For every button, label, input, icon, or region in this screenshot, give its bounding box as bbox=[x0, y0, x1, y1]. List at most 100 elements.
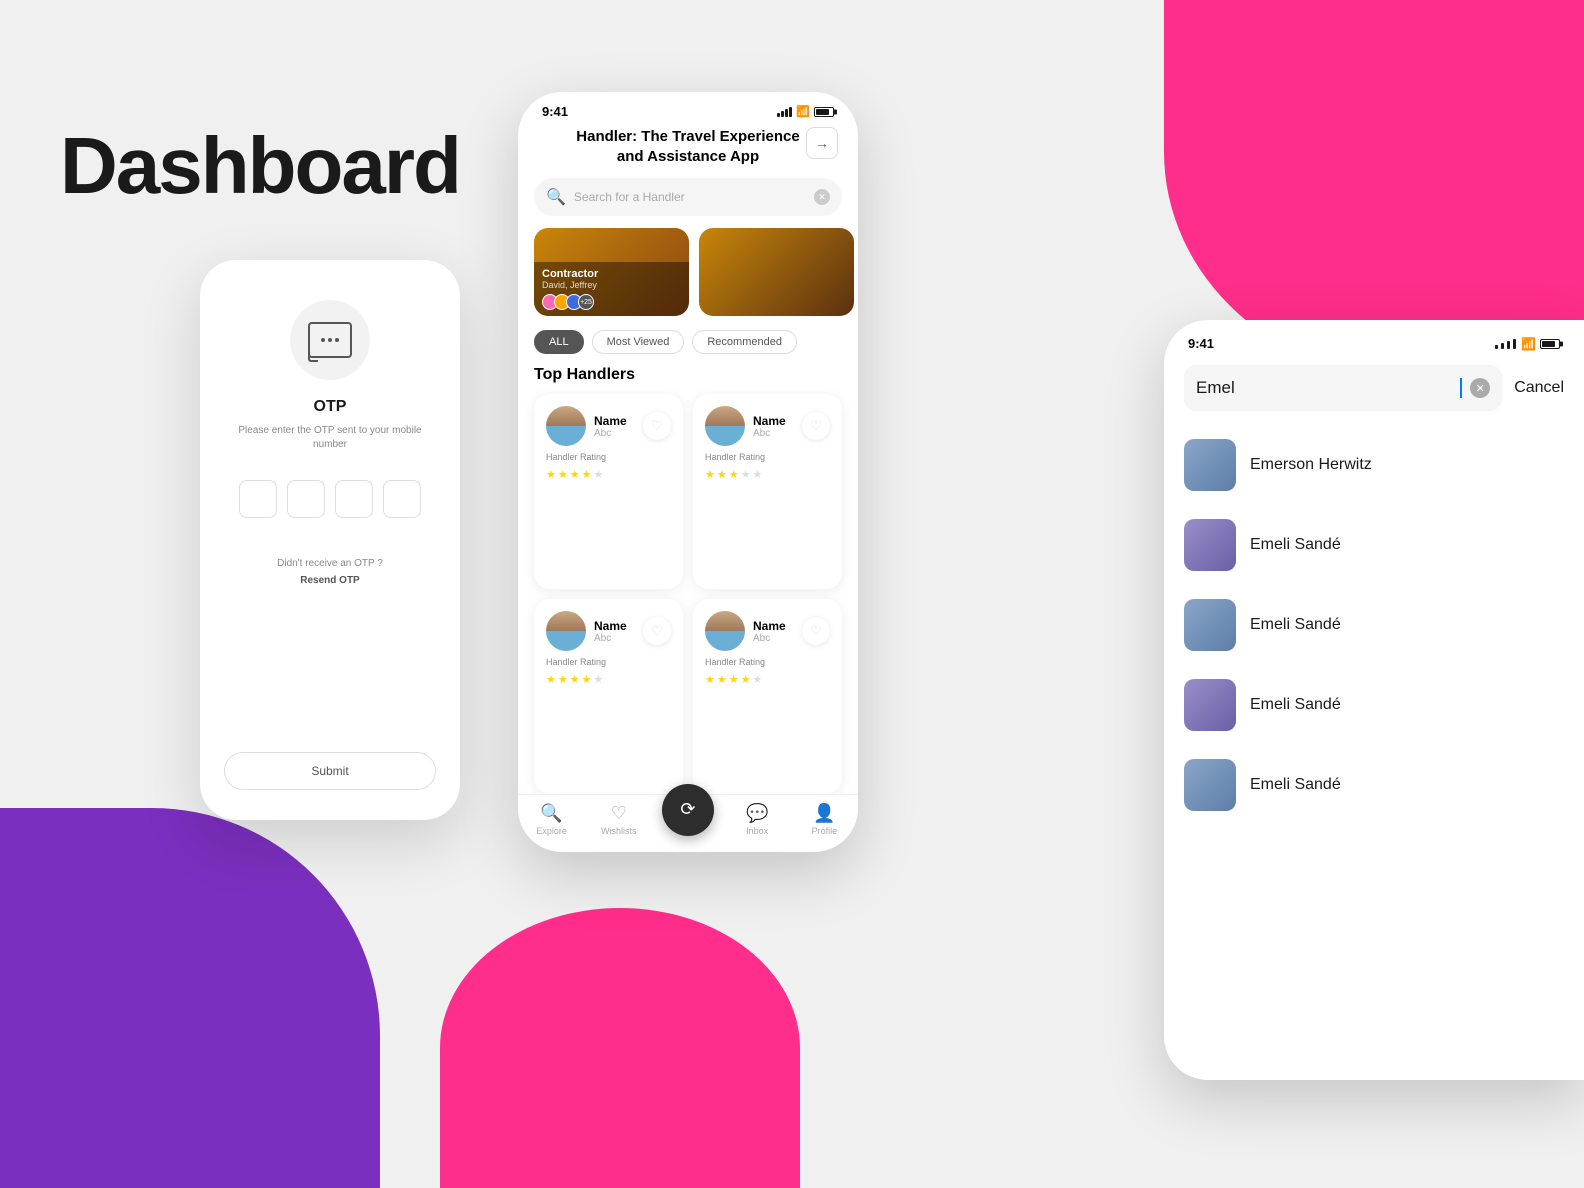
handler-avatar-3 bbox=[546, 611, 586, 651]
handler-text-2: Name Abc bbox=[753, 414, 786, 439]
phone-main-inner: 9:41 📶 Handler: The Travel Experience an… bbox=[518, 92, 858, 794]
star-1-4: ★ bbox=[582, 468, 592, 481]
otp-submit-button[interactable]: Submit bbox=[224, 752, 436, 790]
search-result-4[interactable]: Emeli Sandé bbox=[1164, 665, 1584, 745]
result-name-2: Emeli Sandé bbox=[1250, 536, 1341, 554]
otp-resend-question: Didn't receive an OTP ? bbox=[277, 558, 383, 569]
star-4-1: ★ bbox=[705, 673, 715, 686]
handler-card-2[interactable]: Name Abc ♡ Handler Rating ★ ★ ★ ★ ★ bbox=[693, 394, 842, 589]
heart-button-4[interactable]: ♡ bbox=[802, 617, 830, 645]
search-battery-fill bbox=[1542, 341, 1555, 347]
search-cancel-button[interactable]: Cancel bbox=[1514, 379, 1564, 397]
otp-input-2[interactable] bbox=[287, 480, 325, 518]
handler-rating-label-1: Handler Rating bbox=[546, 452, 671, 462]
featured-card-1[interactable]: Contractor David, Jeffrey +25 bbox=[534, 228, 689, 316]
search-result-1[interactable]: Emerson Herwitz bbox=[1164, 425, 1584, 505]
nav-trips-button[interactable]: ⟳ bbox=[662, 784, 714, 836]
otp-subtitle: Please enter the OTP sent to your mobile… bbox=[224, 424, 436, 452]
featured-scroll: Contractor David, Jeffrey +25 bbox=[518, 228, 858, 316]
heart-button-2[interactable]: ♡ bbox=[802, 412, 830, 440]
otp-icon-dots bbox=[321, 338, 339, 342]
otp-dot-1 bbox=[321, 338, 325, 342]
blob-pink-bottom bbox=[440, 908, 800, 1188]
nav-explore[interactable]: 🔍 Explore bbox=[528, 803, 576, 836]
handler-avatar-inner-3 bbox=[546, 611, 586, 651]
inbox-icon: 💬 bbox=[746, 803, 768, 824]
search-result-3[interactable]: Emeli Sandé bbox=[1164, 585, 1584, 665]
handler-info-2: Name Abc bbox=[705, 406, 786, 446]
status-icons: 📶 bbox=[777, 105, 834, 118]
search-status-time: 9:41 bbox=[1188, 336, 1214, 351]
star-2-4: ★ bbox=[741, 468, 751, 481]
search-battery-icon bbox=[1540, 339, 1560, 349]
handler-name-1: Name bbox=[594, 414, 627, 428]
search-input-box[interactable]: Emel ✕ bbox=[1184, 365, 1502, 411]
otp-resend-link[interactable]: Resend OTP bbox=[300, 575, 359, 586]
heart-button-1[interactable]: ♡ bbox=[643, 412, 671, 440]
star-2-3: ★ bbox=[729, 468, 739, 481]
nav-inbox[interactable]: 💬 Inbox bbox=[733, 803, 781, 836]
handler-top-4: Name Abc ♡ bbox=[705, 611, 830, 651]
result-avatar-2 bbox=[1184, 519, 1236, 571]
search-clear-button[interactable]: ✕ bbox=[1470, 378, 1490, 398]
featured-avatars-1: +25 bbox=[542, 294, 681, 310]
search-result-5[interactable]: Emeli Sandé bbox=[1164, 745, 1584, 825]
search-placeholder: Search for a Handler bbox=[574, 190, 806, 204]
explore-icon: 🔍 bbox=[540, 803, 562, 824]
otp-input-3[interactable] bbox=[335, 480, 373, 518]
star-3-1: ★ bbox=[546, 673, 556, 686]
heart-button-3[interactable]: ♡ bbox=[643, 617, 671, 645]
handler-card-1[interactable]: Name Abc ♡ Handler Rating ★ ★ ★ ★ ★ bbox=[534, 394, 683, 589]
otp-dot-3 bbox=[335, 338, 339, 342]
battery-icon bbox=[814, 107, 834, 117]
filter-tab-most-viewed[interactable]: Most Viewed bbox=[592, 330, 685, 354]
featured-card-name-1: Contractor bbox=[542, 268, 681, 280]
otp-input-1[interactable] bbox=[239, 480, 277, 518]
handler-sub-1: Abc bbox=[594, 428, 627, 439]
filter-tab-recommended[interactable]: Recommended bbox=[692, 330, 797, 354]
handler-card-4[interactable]: Name Abc ♡ Handler Rating ★ ★ ★ ★ ★ bbox=[693, 599, 842, 794]
handlers-grid: Name Abc ♡ Handler Rating ★ ★ ★ ★ ★ bbox=[518, 394, 858, 794]
search-bar[interactable]: 🔍 Search for a Handler ✕ bbox=[534, 178, 842, 216]
page-title: Dashboard bbox=[60, 120, 460, 212]
handler-text-3: Name Abc bbox=[594, 619, 627, 644]
phone-search-mockup: 9:41 📶 Emel ✕ Cancel Emerson H bbox=[1164, 320, 1584, 1080]
otp-input-4[interactable] bbox=[383, 480, 421, 518]
result-avatar-4 bbox=[1184, 679, 1236, 731]
nav-wishlists-label: Wishlists bbox=[601, 826, 637, 836]
handler-avatar-inner-4 bbox=[705, 611, 745, 651]
star-3-5: ★ bbox=[594, 673, 604, 686]
handler-avatar-2 bbox=[705, 406, 745, 446]
featured-card-sub-1: David, Jeffrey bbox=[542, 280, 681, 290]
handler-top-2: Name Abc ♡ bbox=[705, 406, 830, 446]
logout-button[interactable]: → bbox=[806, 127, 838, 159]
handler-avatar-inner-1 bbox=[546, 406, 586, 446]
featured-card-2[interactable] bbox=[699, 228, 854, 316]
search-result-2[interactable]: Emeli Sandé bbox=[1164, 505, 1584, 585]
mini-avatar-more: +25 bbox=[578, 294, 594, 310]
filter-tab-all[interactable]: ALL bbox=[534, 330, 584, 354]
phone-otp-mockup: OTP Please enter the OTP sent to your mo… bbox=[200, 260, 460, 820]
search-input-row: Emel ✕ Cancel bbox=[1164, 351, 1584, 425]
featured-card-bg-2 bbox=[699, 228, 854, 316]
phone-header: Handler: The Travel Experience and Assis… bbox=[518, 119, 858, 178]
search-clear-icon[interactable]: ✕ bbox=[814, 189, 830, 205]
handler-text-1: Name Abc bbox=[594, 414, 627, 439]
result-avatar-bg-2 bbox=[1184, 519, 1236, 571]
handler-card-3[interactable]: Name Abc ♡ Handler Rating ★ ★ ★ ★ ★ bbox=[534, 599, 683, 794]
search-wifi-icon: 📶 bbox=[1521, 337, 1536, 351]
result-name-5: Emeli Sandé bbox=[1250, 776, 1341, 794]
handler-sub-3: Abc bbox=[594, 633, 627, 644]
handler-rating-label-3: Handler Rating bbox=[546, 657, 671, 667]
star-3-4: ★ bbox=[582, 673, 592, 686]
star-1-5: ★ bbox=[594, 468, 604, 481]
result-avatar-3 bbox=[1184, 599, 1236, 651]
nav-wishlists[interactable]: ♡ Wishlists bbox=[595, 803, 643, 836]
nav-profile[interactable]: 👤 Profile bbox=[800, 803, 848, 836]
otp-icon-container bbox=[290, 300, 370, 380]
wishlists-icon: ♡ bbox=[611, 803, 627, 824]
bottom-nav: 🔍 Explore ♡ Wishlists ⟳ 💬 Inbox 👤 Profil… bbox=[518, 794, 858, 852]
otp-dot-2 bbox=[328, 338, 332, 342]
search-input-value: Emel bbox=[1196, 378, 1451, 398]
search-signal-icon bbox=[1494, 339, 1517, 349]
